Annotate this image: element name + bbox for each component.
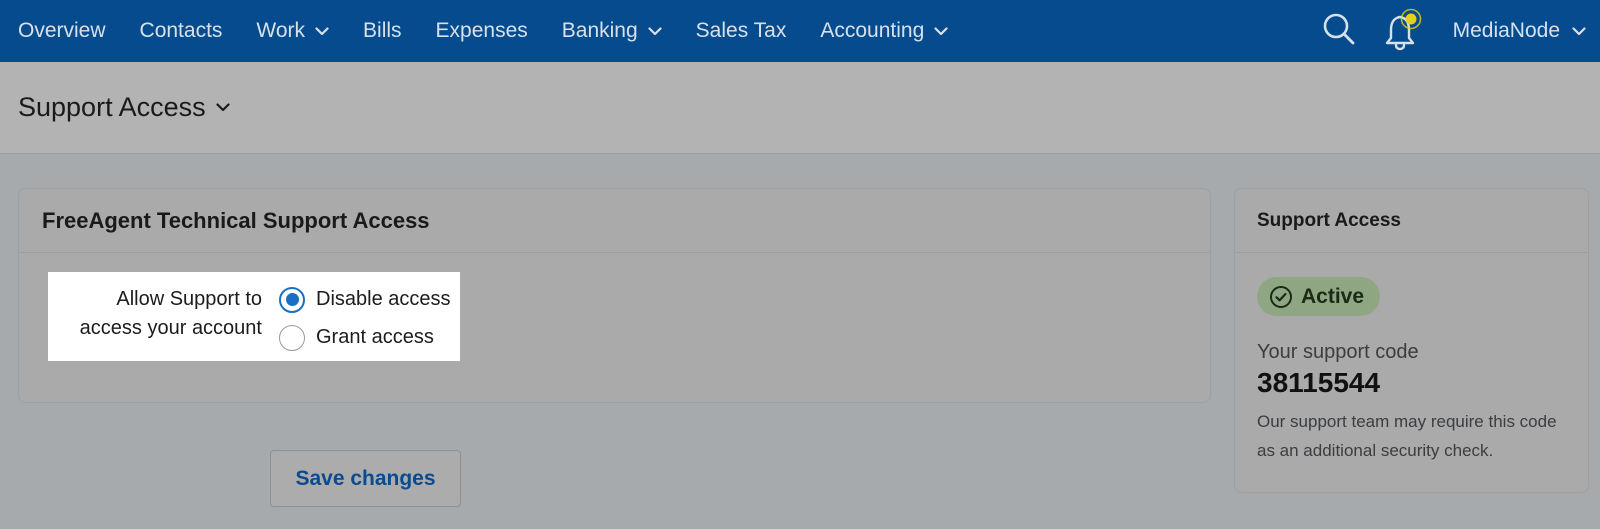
search-button[interactable]: [1307, 0, 1371, 62]
check-circle-icon: [1269, 285, 1293, 309]
save-changes-button[interactable]: Save changes: [270, 450, 461, 507]
bell-icon: [1383, 7, 1423, 56]
page-title-dropdown[interactable]: Support Access: [18, 92, 230, 123]
chevron-down-icon: [648, 26, 662, 36]
nav-item-label: Work: [256, 19, 306, 42]
nav-item-work[interactable]: Work: [239, 0, 346, 62]
chevron-down-icon: [315, 26, 329, 36]
chevron-down-icon: [934, 26, 948, 36]
access-option-label: Allow Support to access your account: [48, 272, 262, 361]
nav-item-label: Expenses: [435, 19, 528, 42]
access-radio-group: Disable access Grant access: [279, 272, 451, 361]
status-badge: Active: [1257, 277, 1381, 316]
nav-item-label: Contacts: [139, 19, 223, 42]
nav-item-label: Overview: [18, 19, 106, 42]
access-option-group: Allow Support to access your account Dis…: [48, 272, 460, 361]
radio-label: Disable access: [316, 288, 451, 310]
radio-button-checked[interactable]: [279, 286, 305, 313]
radio-grant-access[interactable]: Grant access: [279, 323, 451, 352]
account-menu[interactable]: MediaNode: [1435, 0, 1600, 62]
support-code-note: Our support team may require this code a…: [1257, 412, 1557, 460]
radio-label: Grant access: [316, 326, 434, 348]
radio-disable-access[interactable]: Disable access: [279, 285, 451, 314]
access-option-label-line2: access your account: [79, 317, 262, 339]
page-header: Support Access: [0, 62, 1600, 154]
access-option-label-line1: Allow Support to: [116, 288, 262, 310]
card-title: FreeAgent Technical Support Access: [42, 207, 430, 233]
page-title: Support Access: [18, 92, 206, 122]
side-card-header: Support Access: [1235, 189, 1588, 253]
nav-item-label: Bills: [363, 19, 402, 42]
nav-item-expenses[interactable]: Expenses: [419, 0, 545, 62]
support-access-status-card: Support Access Active Your support code …: [1234, 188, 1589, 493]
radio-button[interactable]: [279, 324, 305, 351]
support-access-card: FreeAgent Technical Support Access Allow…: [18, 188, 1211, 403]
nav-item-label: Banking: [561, 19, 638, 42]
nav-item-label: Sales Tax: [695, 19, 787, 42]
support-code-value: 38115544: [1257, 367, 1381, 398]
nav-item-bills[interactable]: Bills: [346, 0, 419, 62]
nav-item-sales-tax[interactable]: Sales Tax: [679, 0, 804, 62]
side-card-title: Support Access: [1257, 209, 1401, 231]
chevron-down-icon: [216, 103, 230, 112]
nav-item-overview[interactable]: Overview: [0, 0, 123, 62]
nav-items: Overview Contacts Work Bills Expenses Ba…: [0, 0, 965, 62]
notifications-button[interactable]: [1371, 0, 1435, 62]
card-header: FreeAgent Technical Support Access: [19, 189, 1210, 253]
support-code-label: Your support code: [1257, 341, 1419, 363]
chevron-down-icon: [1572, 26, 1586, 36]
nav-item-accounting[interactable]: Accounting: [803, 0, 965, 62]
nav-item-contacts[interactable]: Contacts: [123, 0, 240, 62]
nav-right: MediaNode: [1307, 0, 1600, 62]
nav-item-label: Accounting: [820, 19, 925, 42]
nav-item-banking[interactable]: Banking: [545, 0, 679, 62]
status-text: Active: [1301, 284, 1365, 308]
account-name: MediaNode: [1452, 19, 1560, 42]
search-icon: [1322, 12, 1356, 51]
top-navigation: Overview Contacts Work Bills Expenses Ba…: [0, 0, 1600, 62]
